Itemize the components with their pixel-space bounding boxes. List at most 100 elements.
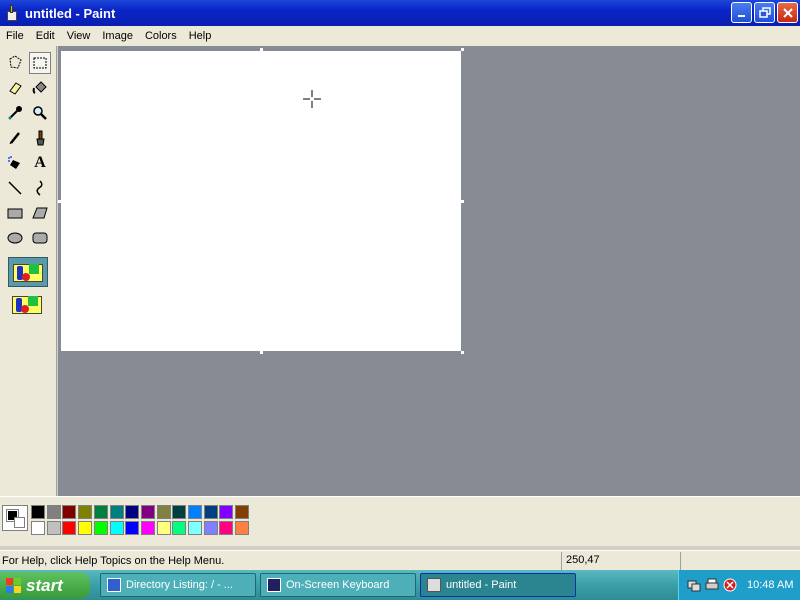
color-swatch[interactable] bbox=[93, 521, 108, 535]
color-swatch[interactable] bbox=[140, 521, 155, 535]
window-title: untitled - Paint bbox=[25, 5, 116, 21]
color-swatch[interactable] bbox=[46, 521, 61, 535]
line-icon bbox=[8, 181, 22, 195]
eraser-icon bbox=[9, 82, 22, 95]
paint-app-icon[interactable] bbox=[4, 5, 20, 21]
brush-icon bbox=[36, 130, 45, 146]
color-swatch[interactable] bbox=[219, 505, 234, 519]
color-swatch[interactable] bbox=[46, 505, 61, 519]
color-swatch[interactable] bbox=[62, 505, 77, 519]
menu-help[interactable]: Help bbox=[183, 30, 218, 42]
canvas-workspace[interactable] bbox=[58, 46, 800, 496]
pencil-icon bbox=[9, 132, 20, 145]
toolbox: A bbox=[0, 46, 57, 496]
status-bar: For Help, click Help Topics on the Help … bbox=[0, 550, 800, 570]
task-label: On-Screen Keyboard bbox=[286, 579, 390, 591]
start-label: start bbox=[26, 575, 63, 595]
color-swatch[interactable] bbox=[125, 521, 140, 535]
resize-handle-bottom[interactable] bbox=[260, 351, 263, 354]
color-swatch[interactable] bbox=[62, 521, 77, 535]
text-tool[interactable]: A bbox=[29, 152, 51, 174]
paint-bucket-icon bbox=[32, 81, 47, 94]
menu-colors[interactable]: Colors bbox=[139, 30, 183, 42]
browser-icon bbox=[107, 578, 121, 592]
pick-color-tool[interactable] bbox=[4, 102, 26, 124]
magnifier-tool[interactable] bbox=[29, 102, 51, 124]
menu-edit[interactable]: Edit bbox=[30, 30, 61, 42]
color-swatch[interactable] bbox=[188, 521, 202, 535]
rectangle-select-icon bbox=[33, 57, 47, 69]
color-swatch[interactable] bbox=[31, 505, 45, 519]
clock[interactable]: 10:48 AM bbox=[747, 579, 793, 591]
eraser-tool[interactable] bbox=[4, 77, 26, 99]
taskbar-item-directory-listing[interactable]: Directory Listing: / - ... bbox=[100, 573, 256, 597]
resize-handle-corner[interactable] bbox=[461, 351, 464, 354]
security-alert-icon[interactable] bbox=[723, 578, 737, 592]
drawing-canvas[interactable] bbox=[61, 51, 461, 351]
free-form-select-icon bbox=[9, 55, 22, 69]
color-swatch[interactable] bbox=[188, 505, 202, 519]
polygon-tool[interactable] bbox=[29, 202, 51, 224]
line-tool[interactable] bbox=[4, 177, 26, 199]
close-button[interactable] bbox=[777, 2, 798, 23]
color-swatch[interactable] bbox=[203, 521, 218, 535]
color-swatch[interactable] bbox=[172, 521, 187, 535]
pencil-tool[interactable] bbox=[4, 127, 26, 149]
curve-icon bbox=[36, 180, 43, 196]
color-swatch[interactable] bbox=[203, 505, 218, 519]
resize-handle-right[interactable] bbox=[461, 200, 464, 203]
curve-tool[interactable] bbox=[29, 177, 51, 199]
color-swatch[interactable] bbox=[219, 521, 234, 535]
title-bar[interactable]: untitled - Paint bbox=[0, 0, 800, 26]
menu-file[interactable]: File bbox=[0, 30, 30, 42]
taskbar-item-paint[interactable]: untitled - Paint bbox=[420, 573, 576, 597]
resize-handle-left bbox=[58, 200, 61, 203]
resize-handle-top-right bbox=[461, 48, 464, 51]
color-swatch[interactable] bbox=[140, 505, 155, 519]
minimize-icon bbox=[737, 14, 745, 17]
select-tool[interactable] bbox=[29, 52, 51, 74]
brush-tool[interactable] bbox=[29, 127, 51, 149]
color-swatch[interactable] bbox=[109, 505, 124, 519]
fill-with-color-tool[interactable] bbox=[29, 77, 51, 99]
eyedropper-icon bbox=[8, 106, 22, 120]
color-swatch[interactable] bbox=[125, 505, 140, 519]
task-label: untitled - Paint bbox=[446, 579, 517, 591]
maximize-button[interactable] bbox=[754, 2, 775, 23]
color-swatch[interactable] bbox=[156, 505, 171, 519]
opaque-background-option[interactable] bbox=[8, 257, 48, 287]
windows-logo-icon bbox=[6, 577, 22, 594]
rectangle-icon bbox=[7, 208, 23, 219]
ellipse-tool[interactable] bbox=[4, 227, 26, 249]
color-swatch[interactable] bbox=[31, 521, 45, 535]
menu-bar: File Edit View Image Colors Help bbox=[0, 26, 800, 46]
airbrush-tool[interactable] bbox=[4, 152, 26, 174]
system-tray: 10:48 AM bbox=[678, 570, 800, 600]
rounded-rectangle-tool[interactable] bbox=[29, 227, 51, 249]
color-box bbox=[0, 496, 800, 546]
minimize-button[interactable] bbox=[731, 2, 752, 23]
color-swatch[interactable] bbox=[78, 521, 93, 535]
color-swatch[interactable] bbox=[93, 505, 108, 519]
current-colors[interactable] bbox=[2, 505, 28, 531]
printer-icon[interactable] bbox=[705, 578, 719, 592]
keyboard-icon bbox=[267, 578, 281, 592]
taskbar-item-on-screen-keyboard[interactable]: On-Screen Keyboard bbox=[260, 573, 416, 597]
rectangle-tool[interactable] bbox=[4, 202, 26, 224]
color-swatch[interactable] bbox=[235, 505, 250, 519]
color-swatch[interactable] bbox=[172, 505, 187, 519]
menu-view[interactable]: View bbox=[61, 30, 97, 42]
color-swatch[interactable] bbox=[78, 505, 93, 519]
task-label: Directory Listing: / - ... bbox=[126, 579, 233, 591]
status-help-text: For Help, click Help Topics on the Help … bbox=[2, 555, 225, 567]
start-button[interactable]: start bbox=[0, 572, 90, 599]
network-icon[interactable] bbox=[687, 578, 701, 592]
magnifier-icon bbox=[33, 106, 47, 120]
transparent-background-option[interactable] bbox=[8, 290, 48, 320]
menu-image[interactable]: Image bbox=[96, 30, 139, 42]
free-form-select-tool[interactable] bbox=[4, 52, 26, 74]
color-swatch[interactable] bbox=[109, 521, 124, 535]
resize-handle-top bbox=[260, 48, 263, 51]
color-swatch[interactable] bbox=[156, 521, 171, 535]
color-swatch[interactable] bbox=[235, 521, 250, 535]
